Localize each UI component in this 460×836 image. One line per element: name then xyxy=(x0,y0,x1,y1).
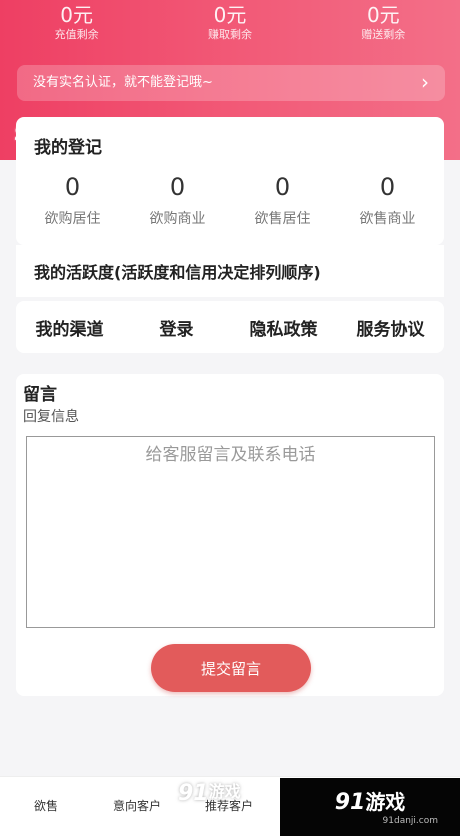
stat-sell-commercial[interactable]: 0 欲售商业 xyxy=(335,173,440,229)
balance-value: 0元 xyxy=(60,3,94,27)
balance-gift[interactable]: 0元 赠送剩余 xyxy=(307,0,460,56)
balance-earned[interactable]: 0元 赚取剩余 xyxy=(153,0,306,56)
stat-value: 0 xyxy=(64,173,81,201)
stat-label: 欲购商业 xyxy=(149,211,206,227)
notice-text: 没有实名认证，就不能登记哦~ xyxy=(33,75,213,90)
logo-num: 91 xyxy=(334,790,366,815)
service-agreement-link[interactable]: 服务协议 xyxy=(337,315,444,340)
stat-value: 0 xyxy=(274,173,291,201)
logo-cn: 游戏 xyxy=(365,790,406,814)
balance-recharge[interactable]: 0元 充值剩余 xyxy=(0,0,153,56)
watermark-num: 91 xyxy=(178,781,209,806)
chevron-right-icon: › xyxy=(421,70,429,94)
message-subheading: 回复信息 xyxy=(23,409,79,425)
my-channel-link[interactable]: 我的渠道 xyxy=(16,315,123,340)
stat-sell-residential[interactable]: 0 欲售居住 xyxy=(230,173,335,229)
balance-label: 充值剩余 xyxy=(54,28,99,41)
watermark-num: 91 xyxy=(14,121,42,145)
tab-sell[interactable]: 欲售 xyxy=(34,797,58,814)
watermark-cn: 游戏 xyxy=(41,122,70,140)
balance-value: 0元 xyxy=(366,3,400,27)
message-heading: 留言 xyxy=(23,385,57,405)
stat-value: 0 xyxy=(379,173,396,201)
balance-row: 0元 充值剩余 0元 赚取剩余 0元 赠送剩余 xyxy=(0,0,460,56)
submit-message-button[interactable]: 提交留言 xyxy=(151,644,311,692)
activity-row[interactable]: 我的活跃度(活跃度和信用决定排列顺序) xyxy=(16,245,444,297)
registration-stats: 0 欲购居住 0 欲购商业 0 欲售居住 0 欲售商业 xyxy=(20,173,440,229)
logo-text: 91游戏 xyxy=(280,786,460,815)
watermark-logo: 91游戏 xyxy=(178,778,241,806)
message-input[interactable] xyxy=(26,436,435,628)
tab-intent-customers[interactable]: 意向客户 xyxy=(113,797,161,814)
logo-url: 91danji.com xyxy=(382,816,438,826)
stat-buy-commercial[interactable]: 0 欲购商业 xyxy=(125,173,230,229)
stat-value: 0 xyxy=(169,173,186,201)
activity-title: 我的活跃度(活跃度和信用决定排列顺序) xyxy=(34,263,321,282)
login-link[interactable]: 登录 xyxy=(123,315,230,340)
balance-label: 赚取剩余 xyxy=(207,28,252,41)
stat-label: 欲售居住 xyxy=(254,211,311,227)
verification-notice[interactable]: 没有实名认证，就不能登记哦~ › xyxy=(17,65,445,101)
registration-card: 我的登记 0 欲购居住 0 欲购商业 0 欲售居住 0 欲售商业 xyxy=(16,117,444,245)
balance-label: 赠送剩余 xyxy=(361,28,406,41)
link-row: 我的渠道 登录 隐私政策 服务协议 xyxy=(16,301,444,353)
watermark-logo: 91游戏 xyxy=(14,120,70,145)
privacy-policy-link[interactable]: 隐私政策 xyxy=(230,315,337,340)
stat-label: 欲售商业 xyxy=(359,211,416,227)
stat-buy-residential[interactable]: 0 欲购居住 xyxy=(20,173,125,229)
site-logo: 91游戏 91danji.com xyxy=(280,778,460,836)
message-card: 留言 回复信息 提交留言 xyxy=(16,374,444,696)
balance-value: 0元 xyxy=(213,3,247,27)
stat-label: 欲购居住 xyxy=(44,211,101,227)
watermark-cn: 游戏 xyxy=(208,782,241,801)
